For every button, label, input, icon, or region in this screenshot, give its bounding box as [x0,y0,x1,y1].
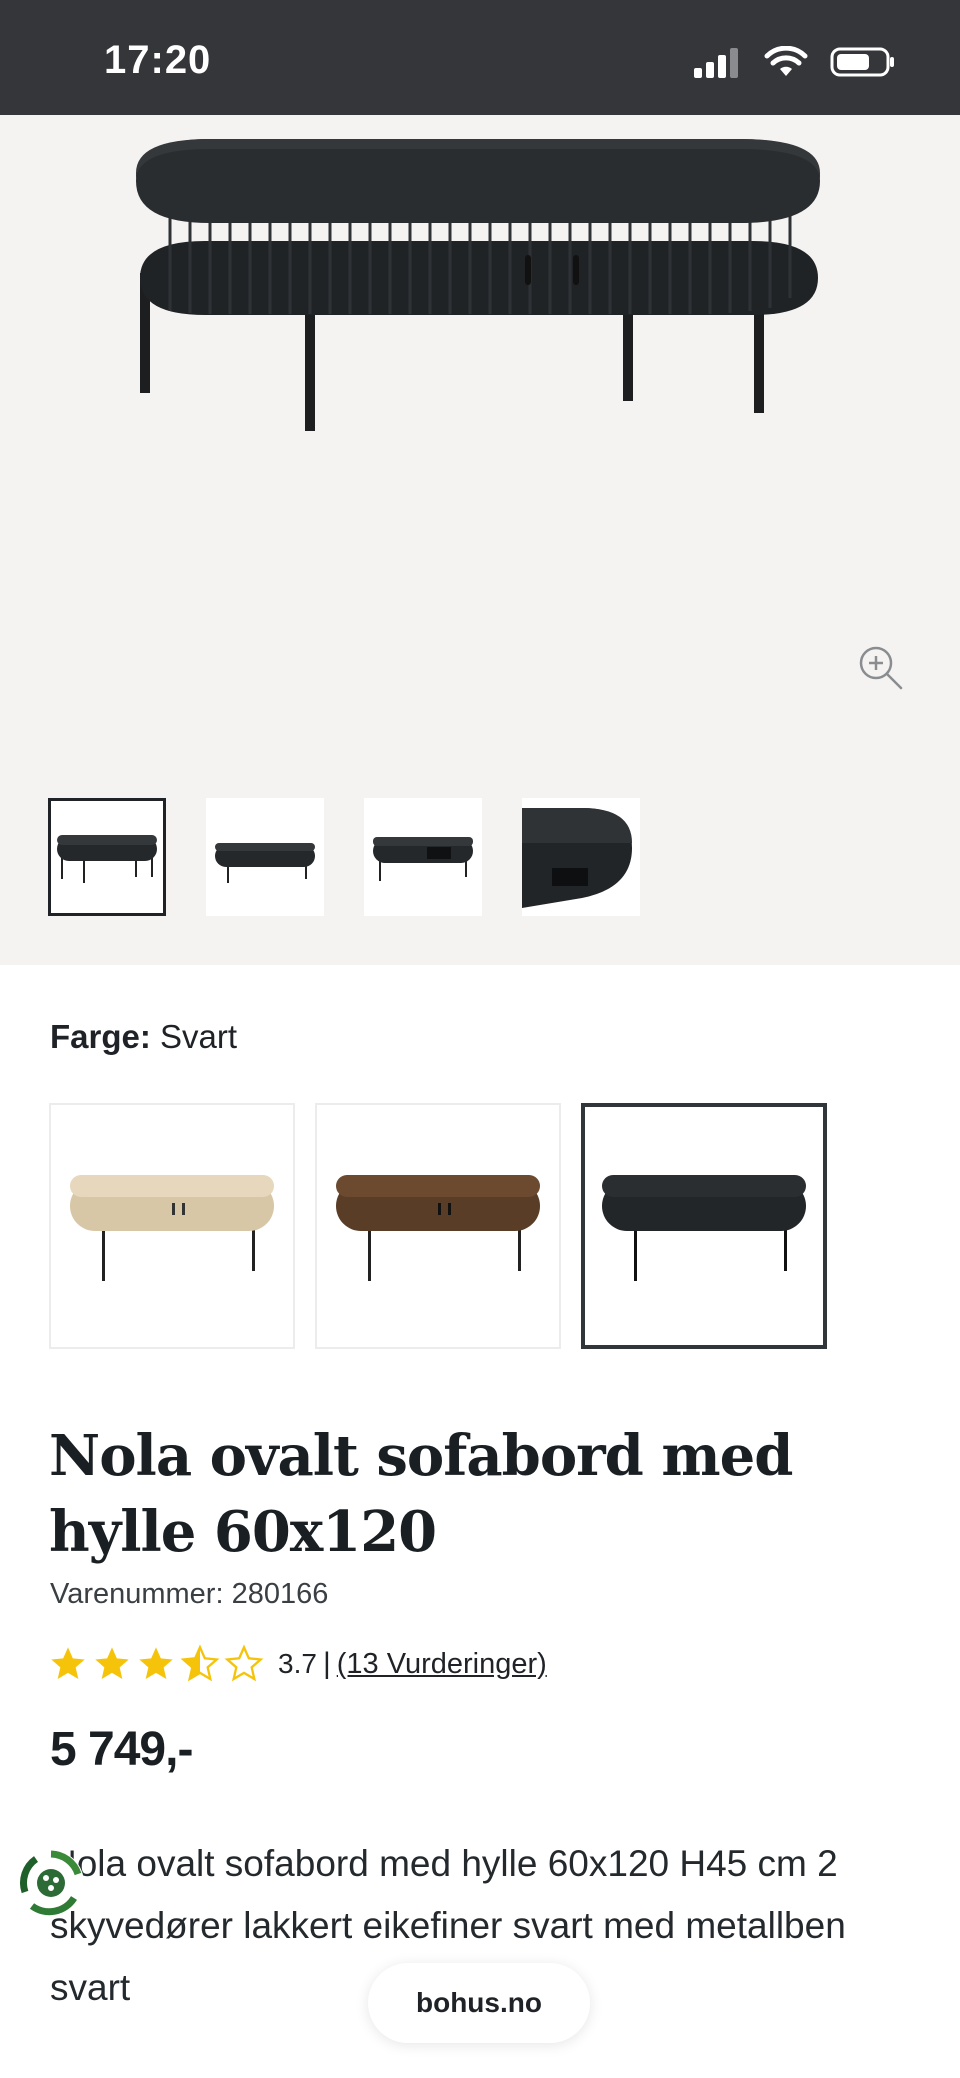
half-star-icon [180,1644,220,1682]
recycle-icon[interactable] [16,1848,86,1918]
url-pill[interactable]: bohus.no [368,1963,590,2043]
color-swatches [49,1103,827,1349]
thumbnail-4[interactable] [522,798,640,916]
reviews-link[interactable]: (13 Vurderinger) [337,1648,547,1681]
gallery-thumbnails [48,798,640,916]
star-icon [51,1647,85,1679]
product-gallery [0,115,960,965]
star-icon [139,1647,173,1679]
color-label-value: Svart [160,1018,238,1055]
star-icon [95,1647,129,1679]
rating-value: 3.7 [278,1648,317,1679]
wifi-icon [764,46,808,76]
swatch-image [70,1175,274,1281]
status-time: 17:20 [104,38,212,82]
product-price: 5 749,- [50,1723,193,1776]
status-bar: 17:20 [0,0,960,115]
swatch-image [602,1175,806,1281]
battery-icon [830,47,894,77]
thumbnail-1[interactable] [48,798,166,916]
signal-icon [694,48,738,78]
thumbnail-image [522,808,632,908]
swatch-walnut[interactable] [315,1103,561,1349]
color-label-title: Farge: [50,1018,151,1055]
empty-star-icon [224,1644,264,1682]
status-icons [692,46,896,78]
thumbnail-2[interactable] [206,798,324,916]
zoom-in-icon[interactable] [856,643,906,693]
swatch-light-oak[interactable] [49,1103,295,1349]
rating-separator: | [322,1647,331,1680]
product-title: Nola ovalt sofabord med hylle 60x120 [49,1423,793,1565]
thumbnail-image [373,837,473,881]
color-label: Farge: Svart [50,1018,237,1056]
thumbnail-image [57,835,157,883]
swatch-black[interactable] [581,1103,827,1349]
swatch-image [336,1175,540,1281]
rating-stars [48,1644,264,1684]
thumbnail-image [215,843,315,883]
rating-row: 3.7 | (13 Vurderinger) [48,1644,547,1684]
product-sku: Varenummer: 280166 [50,1578,329,1610]
product-image[interactable] [130,123,830,523]
thumbnail-3[interactable] [364,798,482,916]
